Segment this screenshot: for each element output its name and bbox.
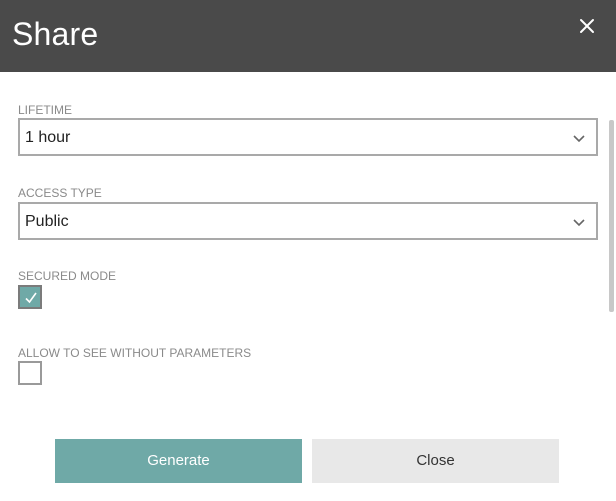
checkmark-icon bbox=[25, 292, 37, 304]
secured-mode-checkbox[interactable] bbox=[18, 285, 42, 309]
secured-mode-label: SECURED MODE bbox=[18, 269, 117, 283]
dialog-title: Share bbox=[12, 16, 99, 52]
chevron-down-icon bbox=[573, 219, 585, 227]
allow-without-params-checkbox[interactable] bbox=[18, 361, 42, 385]
close-icon[interactable] bbox=[575, 14, 599, 38]
allow-without-params-label: ALLOW TO SEE WITHOUT PARAMETERS bbox=[18, 346, 252, 360]
lifetime-select[interactable]: 1 hour bbox=[18, 118, 598, 156]
lifetime-value: 1 hour bbox=[25, 129, 71, 146]
generate-button[interactable]: Generate bbox=[55, 439, 302, 483]
close-button[interactable]: Close bbox=[312, 439, 559, 483]
access-type-select[interactable]: Public bbox=[18, 202, 598, 240]
lifetime-label: LIFETIME bbox=[18, 103, 73, 117]
access-type-label: ACCESS TYPE bbox=[18, 186, 102, 200]
dialog-header: Share bbox=[0, 0, 616, 72]
dialog-body: LIFETIME 1 hour ACCESS TYPE Public SECUR… bbox=[0, 72, 616, 501]
chevron-down-icon bbox=[573, 135, 585, 143]
access-type-value: Public bbox=[25, 213, 69, 230]
scrollbar[interactable] bbox=[609, 120, 614, 312]
